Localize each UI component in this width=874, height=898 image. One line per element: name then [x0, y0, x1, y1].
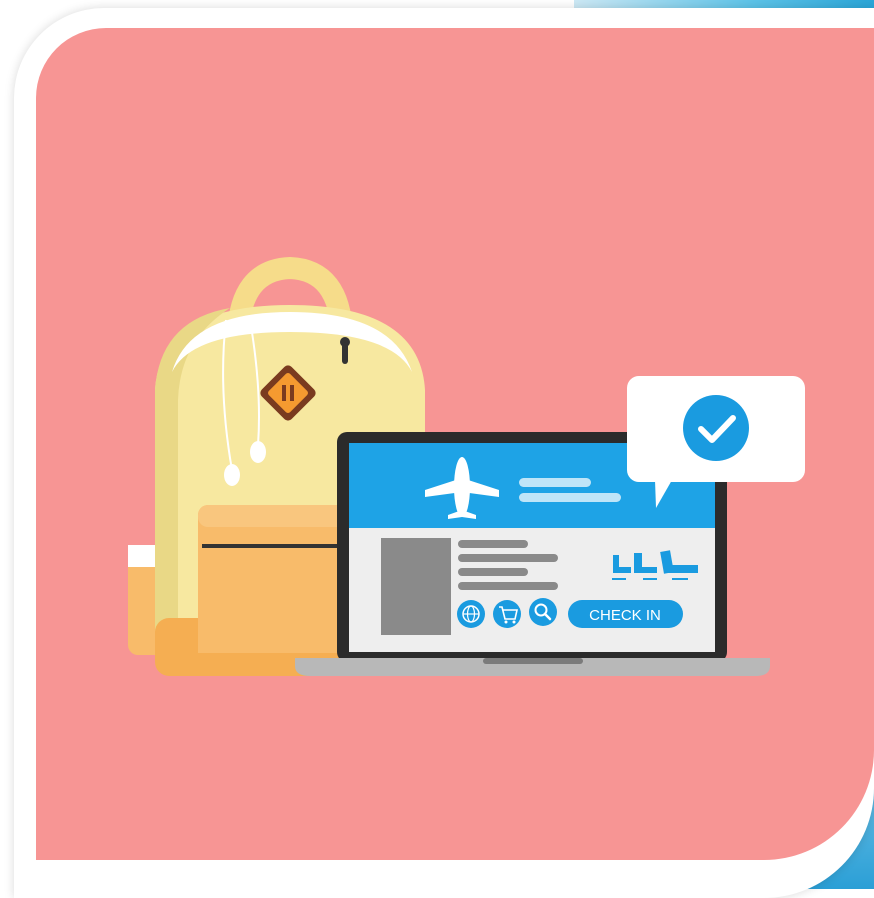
- globe-icon: [457, 600, 485, 628]
- checkmark-icon: [683, 395, 749, 461]
- cart-icon: [493, 600, 521, 628]
- travel-illustration: CHECK IN: [128, 256, 805, 676]
- check-in-button[interactable]: CHECK IN: [568, 600, 683, 628]
- check-in-label: CHECK IN: [589, 607, 661, 624]
- search-icon: [529, 598, 557, 626]
